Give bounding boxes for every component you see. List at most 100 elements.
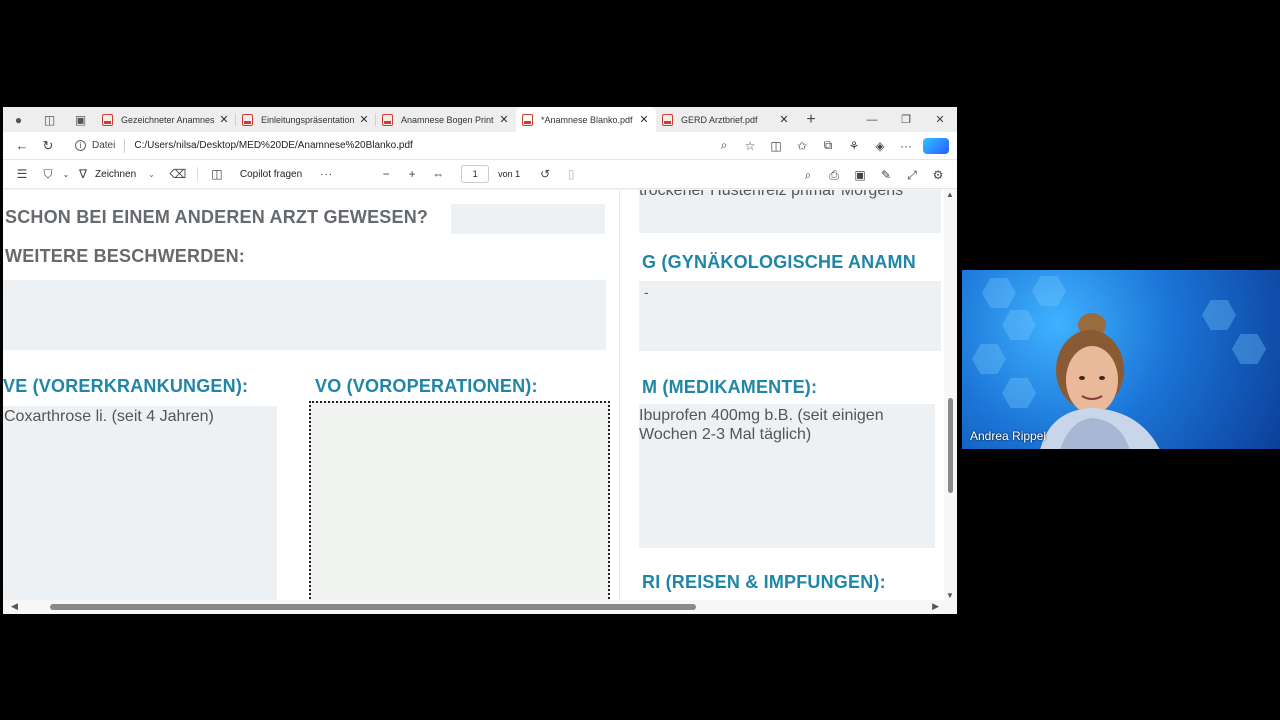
tab-gezeichneter-anamnese[interactable]: Gezeichneter Anamnese ✕ — [96, 107, 236, 132]
heading-medications: M (MEDIKAMENTE): — [642, 377, 818, 397]
previous-illnesses-field[interactable] — [3, 406, 277, 600]
close-window-button[interactable]: ✕ — [923, 107, 957, 132]
pdf-icon — [382, 113, 393, 126]
participant-name: Andrea Rippel — [970, 429, 1047, 443]
close-icon[interactable]: ✕ — [778, 113, 790, 126]
draw-button[interactable]: ∇ Zeichnen ⌄ — [79, 167, 165, 181]
info-icon: i — [75, 140, 86, 151]
pdf-icon — [522, 113, 533, 126]
close-icon[interactable]: ✕ — [498, 113, 510, 126]
heading-gynecological-history: G (GYNÄKOLOGISCHE ANAMN — [642, 252, 916, 272]
two-page-icon[interactable]: ▯ — [558, 167, 584, 181]
vertical-scrollbar[interactable]: ▲ ▼ — [944, 190, 957, 600]
heading-previous-operations: VO (VOROPERATIONEN): — [315, 376, 538, 396]
heading-other-doctor: SCHON BEI EINEM ANDEREN ARZT GEWESEN? — [5, 207, 429, 227]
close-icon[interactable]: ✕ — [218, 113, 230, 126]
pdf-icon — [242, 113, 253, 126]
back-icon[interactable]: ← — [9, 138, 35, 153]
site-info[interactable]: i Datei — [75, 140, 115, 151]
tab-title: Anamnese Bogen Print — [401, 114, 494, 125]
save-icon[interactable]: ▣ — [847, 168, 873, 182]
scrollbar-thumb[interactable] — [50, 604, 696, 610]
workspaces-icon[interactable]: ◫ — [34, 107, 65, 132]
fullscreen-icon[interactable]: ⤢ — [899, 168, 925, 183]
scroll-up-icon[interactable]: ▲ — [946, 190, 954, 199]
collections-icon[interactable]: ⧉ — [815, 138, 841, 153]
tab-title: Einleitungspräsentation — [261, 114, 354, 125]
previous-illnesses-text: Coxarthrose li. (seit 4 Jahren) — [4, 408, 214, 425]
browser-essentials-icon[interactable]: ◈ — [867, 139, 893, 153]
favorites-icon[interactable]: ✩ — [789, 139, 815, 153]
gear-icon[interactable]: ⚙ — [925, 168, 951, 182]
print-icon[interactable]: ⎙ — [821, 168, 847, 183]
tab-anamnese-bogen-print[interactable]: Anamnese Bogen Print ✕ — [376, 107, 516, 132]
tab-actions-icon[interactable]: ▣ — [65, 107, 96, 132]
refresh-icon[interactable]: ↻ — [35, 138, 61, 154]
page-count: von 1 — [498, 169, 521, 179]
tab-bar: ● ◫ ▣ Gezeichneter Anamnese ✕ Einleitung… — [3, 107, 957, 132]
page-view-icon[interactable]: ◫ — [204, 167, 230, 181]
pdf-document: trockener Hustenreiz primär Morgens SCHO… — [3, 190, 944, 600]
settings-more-icon[interactable]: ··· — [893, 139, 919, 153]
pdf-toolbar-right: ⌕ ⎙ ▣ ✎ ⤢ ⚙ — [795, 160, 957, 190]
column-divider — [619, 190, 620, 600]
browser-window: ● ◫ ▣ Gezeichneter Anamnese ✕ Einleitung… — [3, 107, 957, 614]
copilot-icon[interactable] — [923, 137, 949, 154]
restore-button[interactable]: ❐ — [889, 107, 923, 132]
tab-anamnese-blanko[interactable]: *Anamnese Blanko.pdf ✕ — [516, 107, 656, 132]
chevron-down-icon[interactable]: ⌄ — [61, 170, 71, 179]
extensions-icon[interactable]: ⚘ — [841, 139, 867, 153]
scroll-left-icon[interactable]: ◀ — [11, 601, 18, 612]
ask-copilot-button[interactable]: Copilot fragen — [240, 169, 302, 180]
save-as-icon[interactable]: ✎ — [873, 168, 899, 182]
zoom-in-icon[interactable]: + — [399, 167, 425, 181]
address-bar-actions: ⌕ ☆ ◫ ✩ ⧉ ⚘ ◈ ··· — [711, 137, 957, 154]
other-doctor-field[interactable] — [451, 204, 605, 234]
address-bar: ← ↻ i Datei C:/Users/nilsa/Desktop/MED%2… — [3, 132, 957, 159]
scroll-right-icon[interactable]: ▶ — [932, 601, 939, 612]
tab-title: Gezeichneter Anamnese — [121, 114, 214, 125]
url-input[interactable]: C:/Users/nilsa/Desktop/MED%20DE/Anamnese… — [134, 140, 711, 151]
close-icon[interactable]: ✕ — [638, 113, 650, 126]
divider — [124, 138, 126, 153]
previous-operations-field[interactable] — [309, 401, 610, 600]
scroll-down-icon[interactable]: ▼ — [946, 591, 954, 600]
more-options-button[interactable]: ··· — [320, 169, 333, 180]
gynecological-field-text: - — [644, 284, 649, 300]
further-complaints-field[interactable] — [3, 280, 606, 350]
contents-list-icon[interactable]: ☰ — [9, 167, 35, 181]
heading-previous-illnesses: VE (VORERKRANKUNGEN): — [3, 376, 249, 396]
search-icon[interactable]: ⌕ — [795, 168, 821, 183]
split-screen-icon[interactable]: ◫ — [763, 139, 789, 153]
tab-einleitungspraesentation[interactable]: Einleitungspräsentation ✕ — [236, 107, 376, 132]
gynecological-field[interactable] — [639, 281, 941, 351]
rotate-icon[interactable]: ↺ — [532, 167, 558, 181]
divider — [196, 167, 198, 181]
highlight-icon[interactable]: ⛉ — [35, 167, 61, 182]
close-icon[interactable]: ✕ — [358, 113, 370, 126]
tab-gerd-arztbrief[interactable]: GERD Arztbrief.pdf ✕ — [656, 107, 796, 132]
minimize-button[interactable]: — — [855, 107, 889, 132]
medications-text: Ibuprofen 400mg b.B. (seit einigen Woche… — [639, 407, 884, 443]
profile-icon[interactable]: ● — [3, 107, 34, 132]
scrollbar-thumb[interactable] — [948, 398, 953, 493]
horizontal-scrollbar[interactable]: ◀ ▶ — [3, 600, 957, 614]
fit-width-icon[interactable]: ⇔ — [425, 167, 451, 181]
heading-travel-vaccinations: RI (REISEN & IMPFUNGEN): — [642, 572, 886, 592]
participant-video-tile: Andrea Rippel — [962, 270, 1280, 449]
pen-icon: ∇ — [79, 167, 88, 181]
window-controls: — ❐ ✕ — [855, 107, 957, 132]
top-right-field-text[interactable]: trockener Hustenreiz primär Morgens — [639, 190, 903, 200]
zoom-icon[interactable]: ⌕ — [711, 138, 737, 153]
pdf-icon — [662, 113, 673, 126]
favorite-star-icon[interactable]: ☆ — [737, 139, 763, 153]
participant-avatar — [1040, 313, 1160, 449]
page-number-input[interactable]: 1 — [461, 165, 490, 183]
background-hexagon — [982, 278, 1016, 308]
eraser-icon[interactable]: ⌫ — [165, 167, 191, 181]
pdf-toolbar: ☰ ⛉ ⌄ ∇ Zeichnen ⌄ ⌫ ◫ Copilot fragen ··… — [3, 159, 957, 189]
chevron-down-icon[interactable]: ⌄ — [148, 170, 155, 179]
zoom-out-icon[interactable]: − — [373, 167, 399, 181]
tab-title: GERD Arztbrief.pdf — [681, 114, 758, 125]
new-tab-button[interactable]: + — [796, 111, 826, 129]
